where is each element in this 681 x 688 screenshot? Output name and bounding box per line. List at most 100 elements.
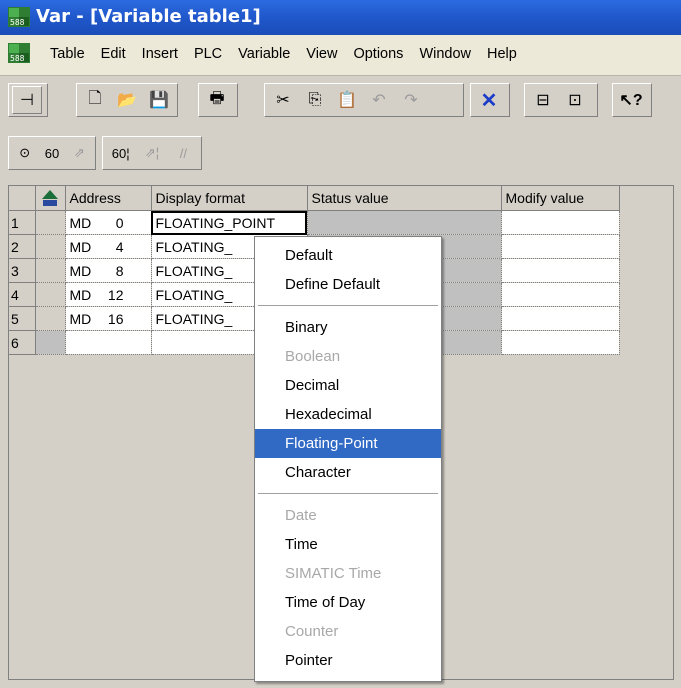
- paste-icon[interactable]: 📋: [332, 86, 362, 114]
- row-symbol-cell[interactable]: [35, 234, 66, 259]
- pin-icon[interactable]: ⊣: [12, 86, 42, 114]
- menu-item-pointer[interactable]: Pointer: [255, 646, 441, 675]
- toolbar-group-pin: ⊣: [8, 83, 48, 117]
- print-icon[interactable]: 🖶: [202, 86, 232, 114]
- menu-item-time[interactable]: Time: [255, 530, 441, 559]
- monitor-toolbar: ⊙ 60 ⇗ 60¦ ⇗¦ //: [0, 130, 681, 178]
- modify-value-cell[interactable]: [501, 282, 620, 307]
- save-icon[interactable]: 💾: [144, 86, 174, 114]
- address-number: 8: [115, 262, 124, 279]
- menu-item-character[interactable]: Character: [255, 458, 441, 487]
- modify-value-cell[interactable]: [501, 234, 620, 259]
- row-number[interactable]: 6: [9, 330, 36, 355]
- address-type: MD: [69, 214, 92, 231]
- cut-icon[interactable]: ✂: [268, 86, 298, 114]
- toolbar-group-plc: ⊟ ⊡: [524, 83, 598, 117]
- help-pointer-icon[interactable]: ↖?: [616, 86, 646, 114]
- row-symbol-cell[interactable]: [35, 282, 66, 307]
- toolbar-group-delete: ✕: [470, 83, 510, 117]
- toolbar-group-immediate: 60¦ ⇗¦ //: [102, 136, 202, 170]
- menu-variable[interactable]: Variable: [230, 46, 298, 62]
- open-icon[interactable]: 📂: [112, 86, 142, 114]
- new-icon[interactable]: 🗋: [80, 86, 110, 114]
- modify-value-cell[interactable]: [501, 330, 620, 355]
- force-icon[interactable]: //: [169, 139, 198, 167]
- address-type: MD: [69, 238, 92, 255]
- menu-item-floating-point[interactable]: Floating-Point: [255, 429, 441, 458]
- address-cell[interactable]: MD 0: [65, 210, 152, 235]
- delete-icon[interactable]: ✕: [474, 86, 504, 114]
- sort-icon[interactable]: [40, 188, 60, 208]
- table-header: Address Display format Status value Modi…: [9, 186, 620, 211]
- menu-item-binary[interactable]: Binary: [255, 313, 441, 342]
- corner-cell: [9, 186, 36, 211]
- row-symbol-cell[interactable]: [35, 306, 66, 331]
- address-type: MD: [69, 286, 92, 303]
- toolbar-group-edit: ✂ ⎘ 📋 ↶ ↷: [264, 83, 464, 117]
- toolbar-group-help: ↖?: [612, 83, 652, 117]
- row-number[interactable]: 2: [9, 234, 36, 259]
- status-value-cell: [307, 210, 502, 235]
- menu-table[interactable]: Table: [42, 46, 93, 62]
- address-cell[interactable]: MD 4: [65, 234, 152, 259]
- col-address[interactable]: Address: [65, 186, 152, 211]
- modify-icon[interactable]: ⇗: [67, 139, 92, 167]
- menu-item-default[interactable]: Default: [255, 241, 441, 270]
- menu-options[interactable]: Options: [345, 46, 411, 62]
- row-number[interactable]: 4: [9, 282, 36, 307]
- svg-text:588: 588: [10, 18, 25, 27]
- monitor-immediate-icon[interactable]: 60¦: [106, 139, 135, 167]
- col-status-value[interactable]: Status value: [307, 186, 502, 211]
- menu-item-decimal[interactable]: Decimal: [255, 371, 441, 400]
- display-format-cell[interactable]: FLOATING_POINT: [151, 210, 308, 235]
- menu-item-simatic-time: SIMATIC Time: [285, 565, 382, 582]
- menu-item-date: Date: [285, 507, 317, 524]
- menu-item-hexadecimal[interactable]: Hexadecimal: [255, 400, 441, 429]
- redo-icon[interactable]: ↷: [396, 86, 426, 114]
- modify-value-cell[interactable]: [501, 258, 620, 283]
- row-number[interactable]: 5: [9, 306, 36, 331]
- row-symbol-cell[interactable]: [35, 258, 66, 283]
- modify-immediate-icon[interactable]: ⇗¦: [137, 139, 166, 167]
- sort-header[interactable]: [35, 186, 66, 211]
- row-number[interactable]: 3: [9, 258, 36, 283]
- menu-window[interactable]: Window: [411, 46, 479, 62]
- menu-insert[interactable]: Insert: [134, 46, 186, 62]
- plc-online-icon[interactable]: ⊟: [528, 86, 558, 114]
- address-type: MD: [69, 310, 92, 327]
- display-format-context-menu: Default Define Default Binary Boolean De…: [254, 236, 442, 682]
- row-symbol-cell[interactable]: [35, 330, 66, 355]
- toolbar-group-monitor: ⊙ 60 ⇗: [8, 136, 96, 170]
- document-icon[interactable]: 588: [8, 43, 30, 63]
- toolbar-group-file: 🗋 📂 💾: [76, 83, 178, 117]
- modify-value-cell[interactable]: [501, 210, 620, 235]
- menu-item-define-default[interactable]: Define Default: [255, 270, 441, 299]
- menu-plc[interactable]: PLC: [186, 46, 230, 62]
- modify-value-cell[interactable]: [501, 306, 620, 331]
- row-symbol-cell[interactable]: [35, 210, 66, 235]
- col-modify-value[interactable]: Modify value: [501, 186, 620, 211]
- window-title: Var - [Variable table1]: [36, 6, 261, 27]
- main-toolbar: ⊣ 🗋 📂 💾 🖶 ✂ ⎘ 📋 ↶ ↷ ✕ ⊟ ⊡ ↖?: [0, 77, 681, 129]
- address-cell[interactable]: MD 16: [65, 306, 152, 331]
- toolbar-group-print: 🖶: [198, 83, 238, 117]
- menu-edit[interactable]: Edit: [93, 46, 134, 62]
- var-app-icon[interactable]: 588: [8, 7, 30, 27]
- plc-offline-icon[interactable]: ⊡: [560, 86, 590, 114]
- copy-icon[interactable]: ⎘: [300, 86, 330, 114]
- connect-icon[interactable]: ⊙: [12, 139, 37, 167]
- address-type: MD: [69, 262, 92, 279]
- address-cell[interactable]: MD 8: [65, 258, 152, 283]
- menu-bar: 588 Table Edit Insert PLC Variable View …: [0, 35, 681, 76]
- menu-help[interactable]: Help: [479, 46, 525, 62]
- row-number[interactable]: 1: [9, 210, 36, 235]
- table-row[interactable]: 1 MD 0 FLOATING_POINT: [9, 210, 620, 235]
- menu-item-time-of-day[interactable]: Time of Day: [255, 588, 441, 617]
- address-cell[interactable]: MD 12: [65, 282, 152, 307]
- col-display-format[interactable]: Display format: [151, 186, 308, 211]
- monitor-icon[interactable]: 60: [39, 139, 64, 167]
- undo-icon[interactable]: ↶: [364, 86, 394, 114]
- address-cell[interactable]: [65, 330, 152, 355]
- address-number: 0: [115, 214, 124, 231]
- menu-view[interactable]: View: [298, 46, 345, 62]
